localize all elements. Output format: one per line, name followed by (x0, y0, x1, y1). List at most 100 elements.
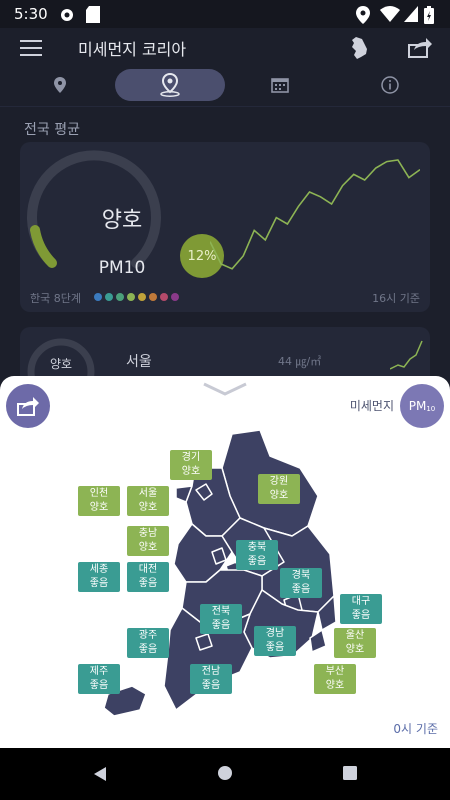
app-bar: 미세먼지 코리아 (0, 28, 450, 66)
region-name: 제주 (89, 666, 109, 677)
region-name: 광주 (138, 630, 158, 641)
region-grade: 양호 (269, 490, 289, 501)
region-label[interactable]: 세종좋음 (78, 562, 120, 592)
scale-dot (171, 293, 179, 301)
region-label[interactable]: 충남양호 (127, 526, 169, 556)
region-name: 전북 (211, 606, 231, 617)
region-label[interactable]: 경기양호 (170, 450, 212, 480)
scale-dot (149, 293, 157, 301)
region-grade: 좋음 (138, 644, 158, 655)
trend-line-chart (210, 159, 420, 270)
region-grade: 좋음 (265, 642, 285, 653)
region-name: 인천 (89, 488, 109, 499)
region-label[interactable]: 강원양호 (258, 474, 300, 504)
region-name: 강원 (269, 476, 289, 487)
section-title: 전국 평균 (24, 122, 80, 138)
scale-dot (160, 293, 168, 301)
region-label[interactable]: 광주좋음 (127, 628, 169, 658)
region-label[interactable]: 경북좋음 (280, 568, 322, 598)
time-basis-label: 16시 기준 (372, 292, 420, 305)
region-label[interactable]: 대전좋음 (127, 562, 169, 592)
region-label[interactable]: 부산양호 (314, 664, 356, 694)
region-grade: 양호 (181, 466, 201, 477)
region-label[interactable]: 울산양호 (334, 628, 376, 658)
region-grade: 좋음 (89, 680, 109, 691)
region-grade: 양호 (138, 502, 158, 513)
scale-color-dots (94, 293, 179, 301)
settings-icon (61, 9, 73, 21)
region-label[interactable]: 서울양호 (127, 486, 169, 516)
pollutant-label: PM10 (98, 258, 146, 278)
korea-map-icon[interactable] (350, 37, 368, 59)
region-name: 대구 (351, 596, 371, 607)
scale-dot (94, 293, 102, 301)
region-grade: 양호 (345, 644, 365, 655)
scale-dot (138, 293, 146, 301)
map-pin-icon (160, 73, 180, 97)
grade-label: 양호 (101, 208, 143, 233)
hamburger-menu-icon[interactable] (20, 40, 42, 56)
region-grade: 좋음 (247, 556, 267, 567)
region-grade: 좋음 (89, 578, 109, 589)
region-label[interactable]: 인천양호 (78, 486, 120, 516)
region-name: 울산 (345, 630, 365, 641)
region-label[interactable]: 경남좋음 (254, 626, 296, 656)
battery-icon (424, 6, 434, 24)
city-trend-line (390, 340, 423, 370)
region-name: 충북 (247, 542, 267, 553)
back-icon[interactable] (92, 765, 108, 783)
recents-icon[interactable] (342, 765, 358, 781)
trend-line (210, 159, 420, 270)
system-nav-bar (0, 748, 450, 800)
region-label[interactable]: 전북좋음 (200, 604, 242, 634)
region-label[interactable]: 충북좋음 (236, 540, 278, 570)
pin-icon (54, 77, 66, 93)
region-name: 충남 (138, 528, 158, 539)
status-time: 5:30 (14, 5, 48, 23)
region-name: 경남 (265, 628, 285, 639)
city-name: 서울 (126, 354, 152, 370)
region-label[interactable]: 대구좋음 (340, 594, 382, 624)
region-name: 경북 (291, 570, 311, 581)
scale-dot (116, 293, 124, 301)
city-grade-label: 양호 (50, 357, 73, 371)
map-bottom-sheet: 미세먼지 PM 10 경기 양호 강원 양호 인천 양호 서울 양호 충남 양호 충북 좋음 세종 좋음 대전… (0, 376, 450, 748)
region-label[interactable]: 전남좋음 (190, 664, 232, 694)
tab-location[interactable] (5, 69, 115, 101)
tab-calendar[interactable] (225, 69, 335, 101)
region-grade: 양호 (325, 680, 345, 691)
region-grade: 좋음 (351, 610, 371, 621)
status-bar: 5:30 (0, 0, 450, 28)
scale-dot (127, 293, 135, 301)
calendar-icon (271, 78, 289, 93)
home-icon[interactable] (217, 765, 233, 781)
region-name: 부산 (325, 666, 345, 677)
region-label[interactable]: 제주좋음 (78, 664, 120, 694)
region-grade: 좋음 (138, 578, 158, 589)
signal-icon (404, 6, 418, 22)
info-icon (381, 76, 399, 94)
tab-map[interactable] (115, 69, 225, 101)
sd-card-icon (86, 6, 100, 23)
region-name: 서울 (138, 488, 158, 499)
national-average-card[interactable]: 양호 PM10 12% 한국 8단계 16시 기준 (20, 142, 430, 312)
region-grade: 좋음 (201, 680, 221, 691)
region-grade: 좋음 (291, 584, 311, 595)
region-grade: 좋음 (211, 620, 231, 631)
region-name: 대전 (138, 564, 158, 575)
share-icon[interactable] (408, 36, 432, 58)
tab-info[interactable] (335, 69, 445, 101)
region-grade: 양호 (138, 542, 158, 553)
region-grade: 양호 (89, 502, 109, 513)
main-content: 전국 평균 양호 PM10 12% 한국 8단계 16시 기준 양호 서울 44… (0, 107, 450, 417)
wifi-icon (380, 6, 400, 22)
region-name: 경기 (181, 452, 201, 463)
location-pin-icon (356, 6, 370, 24)
scale-dot (105, 293, 113, 301)
region-name: 전남 (201, 666, 221, 677)
tab-bar (0, 66, 450, 107)
region-name: 세종 (89, 564, 109, 575)
map-time-basis: 0시 기준 (393, 722, 438, 736)
city-value: 44 ㎍/㎥ (278, 355, 322, 368)
scale-label: 한국 8단계 (30, 292, 81, 305)
